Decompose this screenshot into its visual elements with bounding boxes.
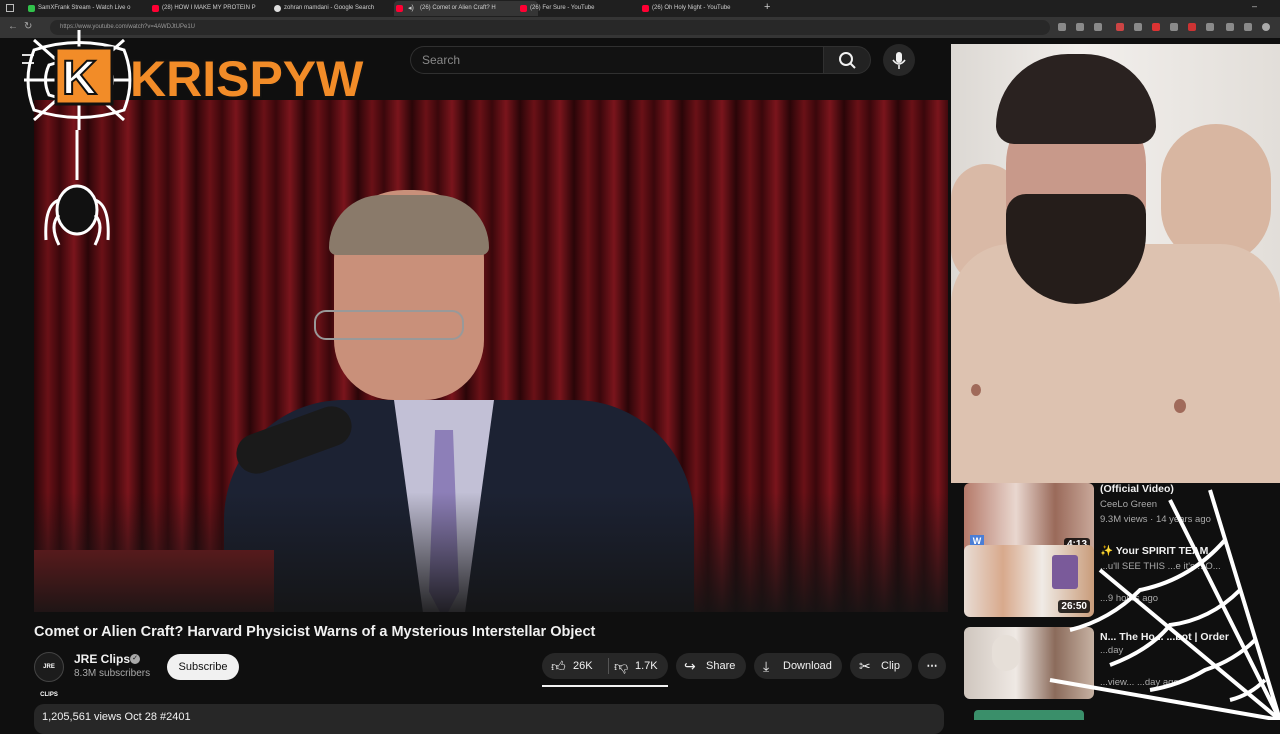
- spiderweb-icon: [1049, 489, 1280, 722]
- share-arrow-icon: ↪: [684, 658, 696, 674]
- share-button[interactable]: ↪ Share: [676, 653, 746, 679]
- subscribe-button[interactable]: Subscribe: [167, 654, 239, 680]
- youtube-favicon-icon: [642, 5, 649, 12]
- scissors-icon: ✂: [859, 658, 871, 674]
- thumbs-up-icon: 👍︎: [551, 658, 566, 674]
- extension-icon[interactable]: [1076, 23, 1084, 31]
- download-icon: ⤓: [763, 658, 770, 674]
- channel-name[interactable]: JRE Clips: [74, 652, 130, 666]
- extension-icon[interactable]: [1206, 23, 1214, 31]
- dislike-button[interactable]: 👎︎ 1.7K: [609, 653, 668, 679]
- new-tab-icon[interactable]: +: [764, 1, 770, 13]
- bookmark-icon[interactable]: [1094, 23, 1102, 31]
- clip-button[interactable]: ✂ Clip: [850, 653, 912, 679]
- more-icon: ⋯: [926, 660, 938, 672]
- search-input[interactable]: Search: [410, 46, 823, 74]
- youtube-favicon-icon: [396, 5, 403, 12]
- tab-oh-holy-night[interactable]: (26) Oh Holy Night - YouTube: [640, 1, 770, 16]
- spiderweb-icon: K KRISPYW: [24, 30, 366, 246]
- logo-text: KRISPYW: [130, 51, 364, 107]
- svg-text:K: K: [62, 52, 97, 105]
- video-title: Comet or Alien Craft? Harvard Physicist …: [34, 624, 596, 640]
- extension-icon[interactable]: [1058, 23, 1066, 31]
- channel-avatar[interactable]: JRE CLIPS: [34, 652, 64, 698]
- tab-fer-sure[interactable]: (26) Fer Sure - YouTube: [518, 1, 648, 16]
- youtube-favicon-icon: [520, 5, 527, 12]
- search-icon: [839, 52, 856, 69]
- extension-icon[interactable]: [1226, 23, 1234, 31]
- extension-icon[interactable]: [1116, 23, 1124, 31]
- search-button[interactable]: [823, 46, 871, 74]
- extension-icon[interactable]: [1152, 23, 1160, 31]
- extension-icon[interactable]: [1134, 23, 1142, 31]
- extension-icon[interactable]: [1244, 23, 1252, 31]
- microphone-icon: [892, 52, 906, 69]
- description-box[interactable]: 1,205,561 views Oct 28 #2401: [34, 704, 944, 734]
- like-dislike-group: 👍︎ 26K 👎︎ 1.7K: [542, 653, 668, 679]
- extension-icon[interactable]: [1170, 23, 1178, 31]
- more-actions-button[interactable]: ⋯: [918, 653, 946, 679]
- like-ratio-bar: [542, 685, 668, 687]
- streamer-logo: K KRISPYW: [4, 10, 366, 255]
- extension-icon[interactable]: [1188, 23, 1196, 31]
- subscriber-count: 8.3M subscribers: [74, 668, 151, 679]
- tab-comet-alien-craft[interactable]: ◂) (26) Comet or Alien Craft? H: [394, 1, 538, 16]
- minimize-icon[interactable]: –: [1252, 1, 1257, 11]
- verified-icon: ✓: [130, 654, 140, 664]
- thumbs-down-icon: 👎︎: [614, 658, 629, 674]
- download-button[interactable]: ⤓ Download: [754, 653, 842, 679]
- spiderweb-decoration: [1040, 480, 1280, 725]
- profile-avatar[interactable]: [1262, 23, 1270, 31]
- speaker-icon: ◂): [408, 5, 414, 12]
- voice-search-button[interactable]: [883, 44, 915, 76]
- like-button[interactable]: 👍︎ 26K: [542, 653, 608, 679]
- webcam-overlay: [951, 44, 1280, 483]
